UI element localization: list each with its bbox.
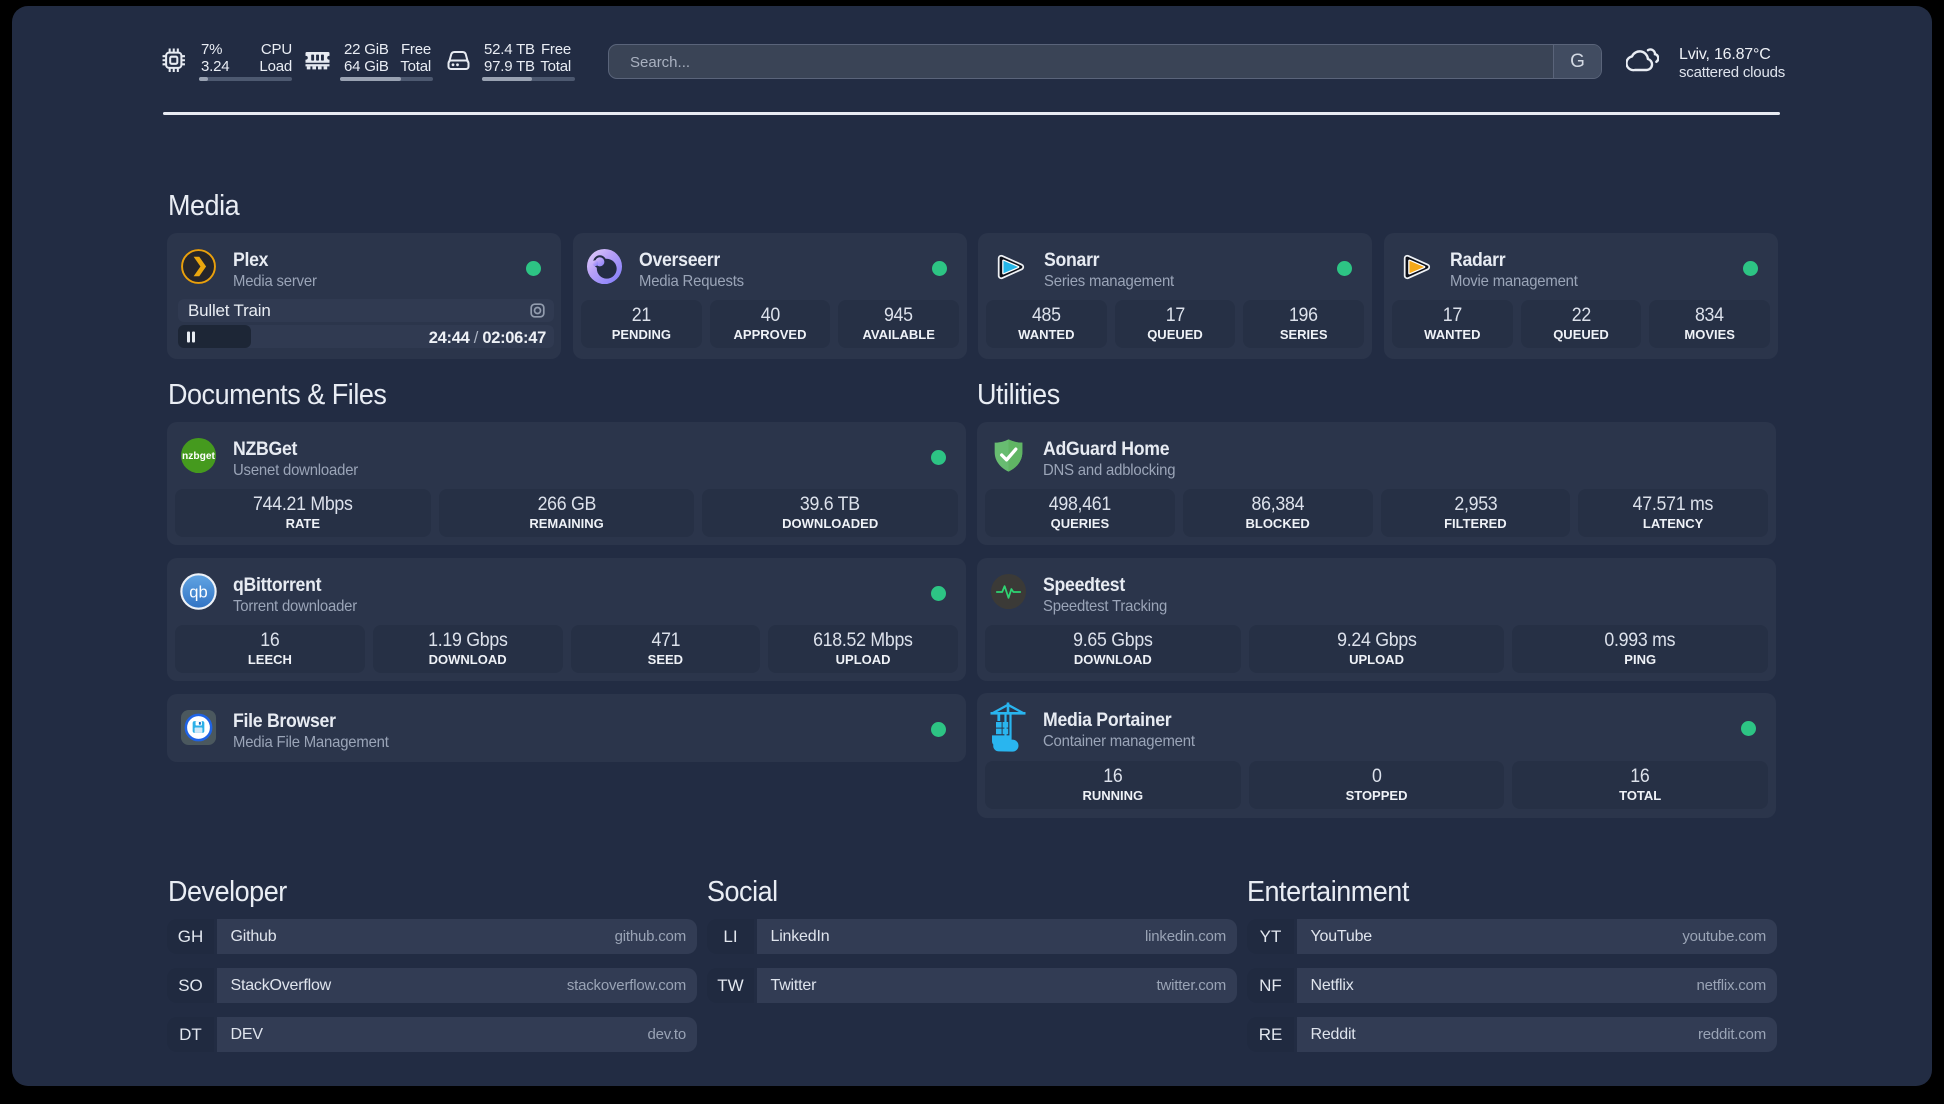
svg-text:nzbget: nzbget: [182, 451, 216, 462]
svg-text:qb: qb: [189, 582, 207, 601]
